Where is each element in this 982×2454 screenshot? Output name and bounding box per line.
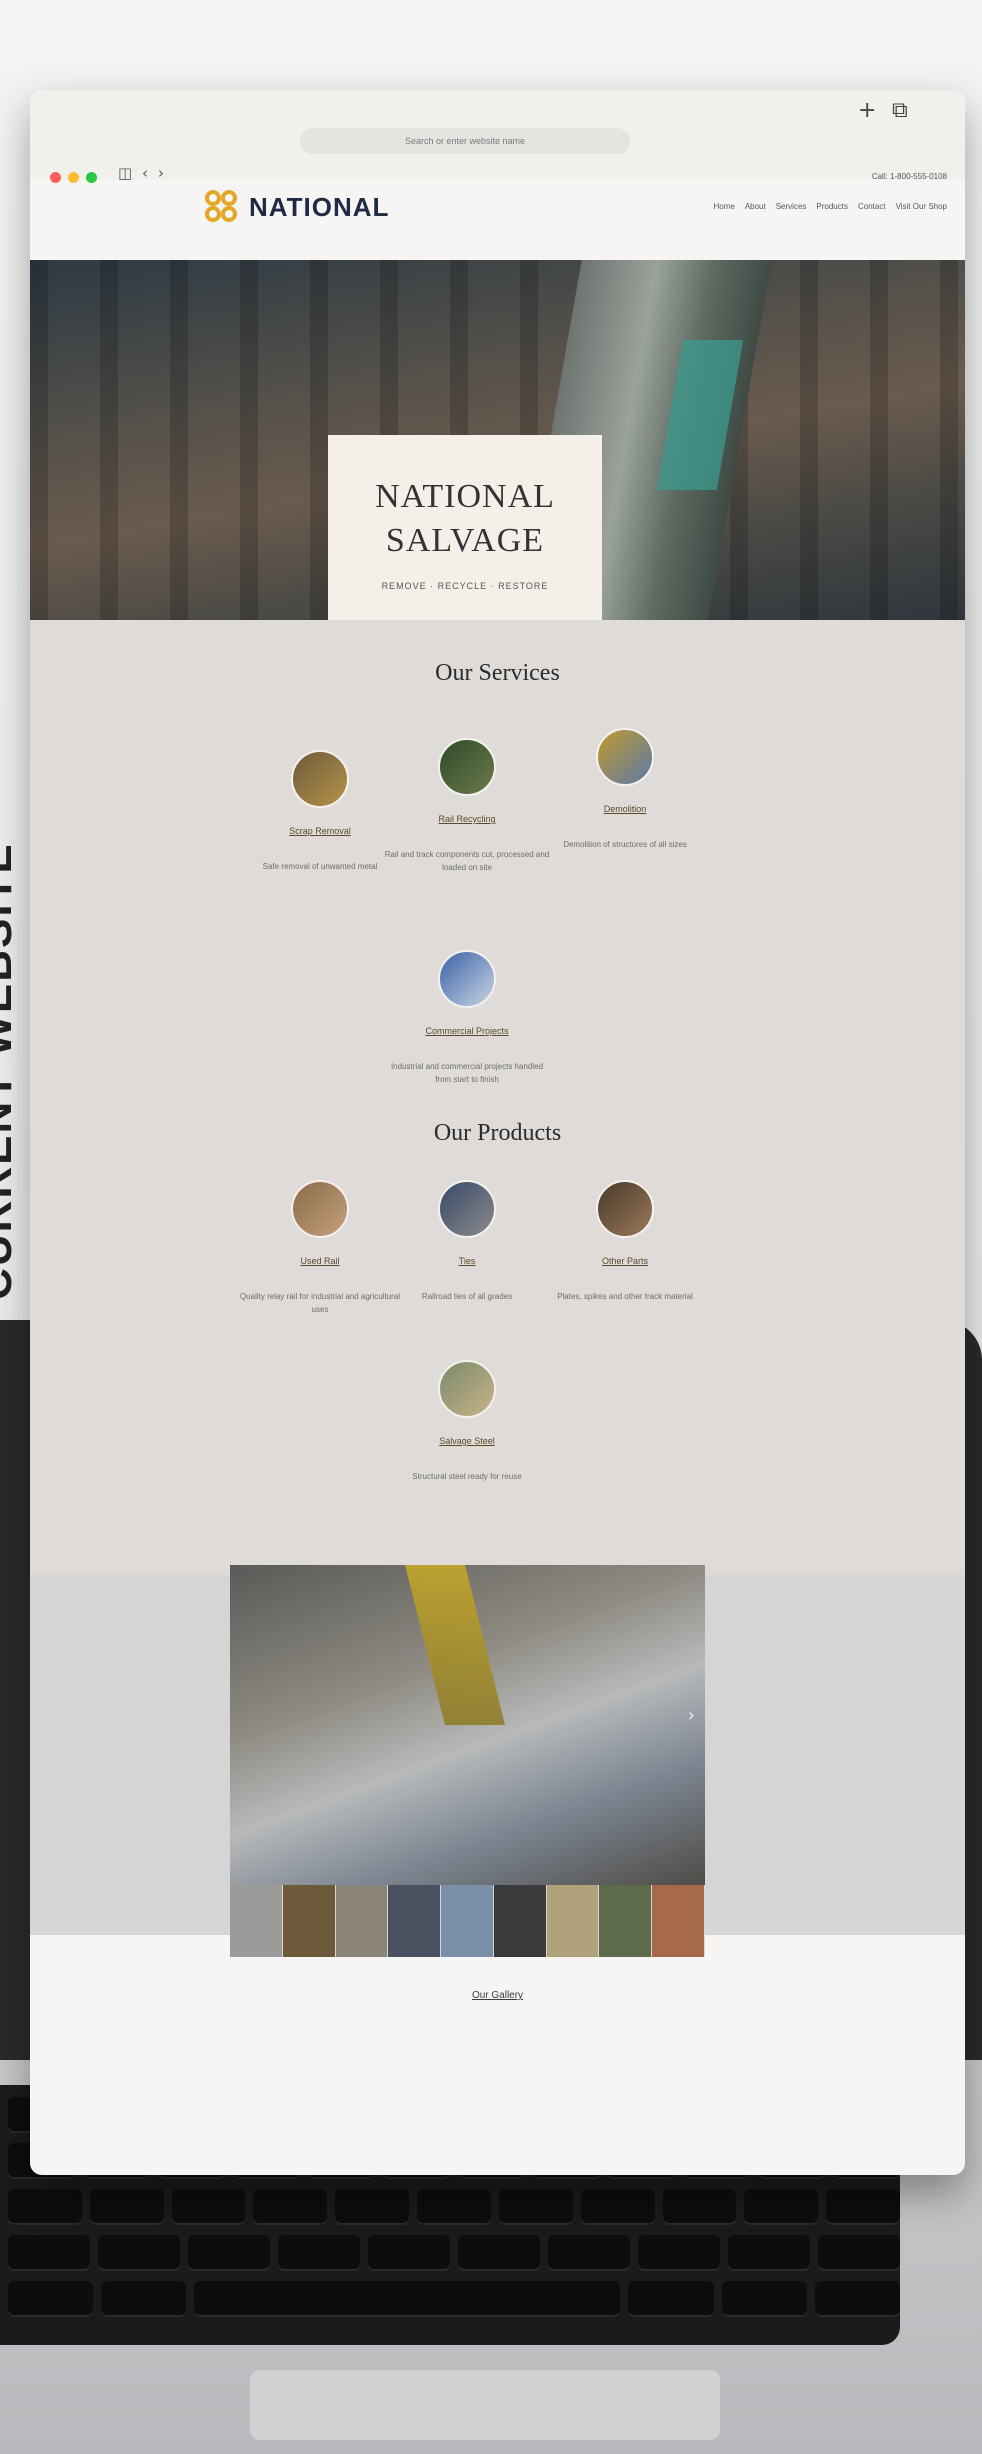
hero-title-line2: SALVAGE: [385, 522, 545, 559]
close-window-button[interactable]: [50, 172, 61, 183]
product-item: Salvage Steel Structural steel ready for…: [382, 1360, 552, 1483]
product-link[interactable]: Salvage Steel: [382, 1436, 552, 1446]
gallery-main-image[interactable]: ›: [230, 1565, 705, 1885]
gallery-thumbnail[interactable]: [230, 1885, 283, 1957]
product-desc: Plates, spikes and other track material: [557, 1292, 693, 1301]
gallery-thumbnail[interactable]: [652, 1885, 706, 1957]
service-link[interactable]: Rail Recycling: [382, 814, 552, 824]
sidebar-toggle-icon[interactable]: ◫: [118, 164, 132, 182]
minimize-window-button[interactable]: [68, 172, 79, 183]
service-image: [596, 728, 654, 786]
services-title: Our Services: [435, 660, 560, 686]
site-nav: Home About Services Products Contact Vis…: [713, 202, 947, 211]
service-item: Commercial Projects Industrial and comme…: [382, 950, 552, 1086]
service-item: Rail Recycling Rail and track components…: [382, 738, 552, 874]
product-item: Other Parts Plates, spikes and other tra…: [540, 1180, 710, 1303]
service-desc: Safe removal of unwanted metal: [262, 862, 378, 871]
gallery-thumbnail[interactable]: [546, 1885, 600, 1957]
nav-home[interactable]: Home: [713, 202, 734, 211]
side-label: CURRENT WEBSITE: [0, 842, 21, 1300]
service-image: [438, 738, 496, 796]
site-logo[interactable]: NATIONAL: [205, 190, 389, 224]
service-link[interactable]: Demolition: [540, 804, 710, 814]
nav-about[interactable]: About: [745, 202, 766, 211]
logo-text: NATIONAL: [249, 191, 390, 222]
product-desc: Structural steel ready for reuse: [412, 1472, 522, 1481]
address-bar[interactable]: Search or enter website name: [300, 128, 630, 154]
keyboard-row: [0, 2281, 901, 2317]
service-desc: Industrial and commercial projects handl…: [390, 1062, 544, 1084]
product-desc: Railroad ties of all grades: [421, 1292, 513, 1301]
hero-title-line1: NATIONAL: [375, 478, 555, 515]
service-desc: Rail and track components cut, processed…: [384, 850, 550, 872]
service-image: [438, 950, 496, 1008]
gallery-link[interactable]: Our Gallery: [30, 1990, 965, 2001]
gallery-thumbnail[interactable]: [493, 1885, 547, 1957]
product-item: Ties Railroad ties of all grades: [382, 1180, 552, 1303]
product-link[interactable]: Used Rail: [235, 1256, 405, 1266]
gallery-next-arrow[interactable]: ›: [688, 1705, 695, 1726]
browser-window: ◫ ‹ › Search or enter website name + ⧉ C…: [30, 90, 965, 2175]
nav-products[interactable]: Products: [816, 202, 848, 211]
zoom-window-button[interactable]: [86, 172, 97, 183]
nav-shop[interactable]: Visit Our Shop: [896, 202, 947, 211]
service-link[interactable]: Commercial Projects: [382, 1026, 552, 1036]
keyboard-row: [0, 2189, 900, 2225]
gallery-thumbnail[interactable]: [441, 1885, 494, 1957]
gallery-thumbnail[interactable]: [335, 1885, 389, 1957]
hero-tagline: REMOVE · RECYCLE · RESTORE: [381, 581, 549, 591]
keyboard-row: [0, 2235, 900, 2271]
hero-image: NATIONAL SALVAGE REMOVE · RECYCLE · REST…: [30, 260, 965, 653]
service-link[interactable]: Scrap Removal: [235, 826, 405, 836]
service-item: Demolition Demolition of structures of a…: [540, 728, 710, 851]
product-image: [291, 1180, 349, 1238]
product-image: [438, 1360, 496, 1418]
gallery-thumbnail[interactable]: [599, 1885, 653, 1957]
service-image: [291, 750, 349, 808]
product-link[interactable]: Ties: [382, 1256, 552, 1266]
nav-services[interactable]: Services: [776, 202, 807, 211]
gallery-thumbnail[interactable]: [282, 1885, 336, 1957]
tab-overview-icon[interactable]: ⧉: [892, 98, 908, 123]
forward-button[interactable]: ›: [158, 164, 164, 182]
service-desc: Demolition of structures of all sizes: [563, 840, 687, 849]
products-title: Our Products: [433, 1120, 562, 1146]
product-image: [438, 1180, 496, 1238]
product-desc: Quality relay rail for industrial and ag…: [239, 1292, 401, 1314]
gallery-thumbnail[interactable]: [388, 1885, 442, 1957]
new-tab-icon[interactable]: +: [858, 98, 876, 123]
product-link[interactable]: Other Parts: [540, 1256, 710, 1266]
gallery-thumbnails: [230, 1885, 706, 1957]
trackpad: [250, 2370, 720, 2440]
excavator-image-detail: [405, 1565, 505, 1725]
back-button[interactable]: ‹: [142, 164, 148, 182]
product-image: [596, 1180, 654, 1238]
call-line: Call: 1-800-555-0108: [871, 172, 947, 181]
nav-contact[interactable]: Contact: [858, 202, 886, 211]
flower-logo-icon: [205, 190, 239, 224]
product-item: Used Rail Quality relay rail for industr…: [235, 1180, 405, 1316]
service-item: Scrap Removal Safe removal of unwanted m…: [235, 750, 405, 873]
